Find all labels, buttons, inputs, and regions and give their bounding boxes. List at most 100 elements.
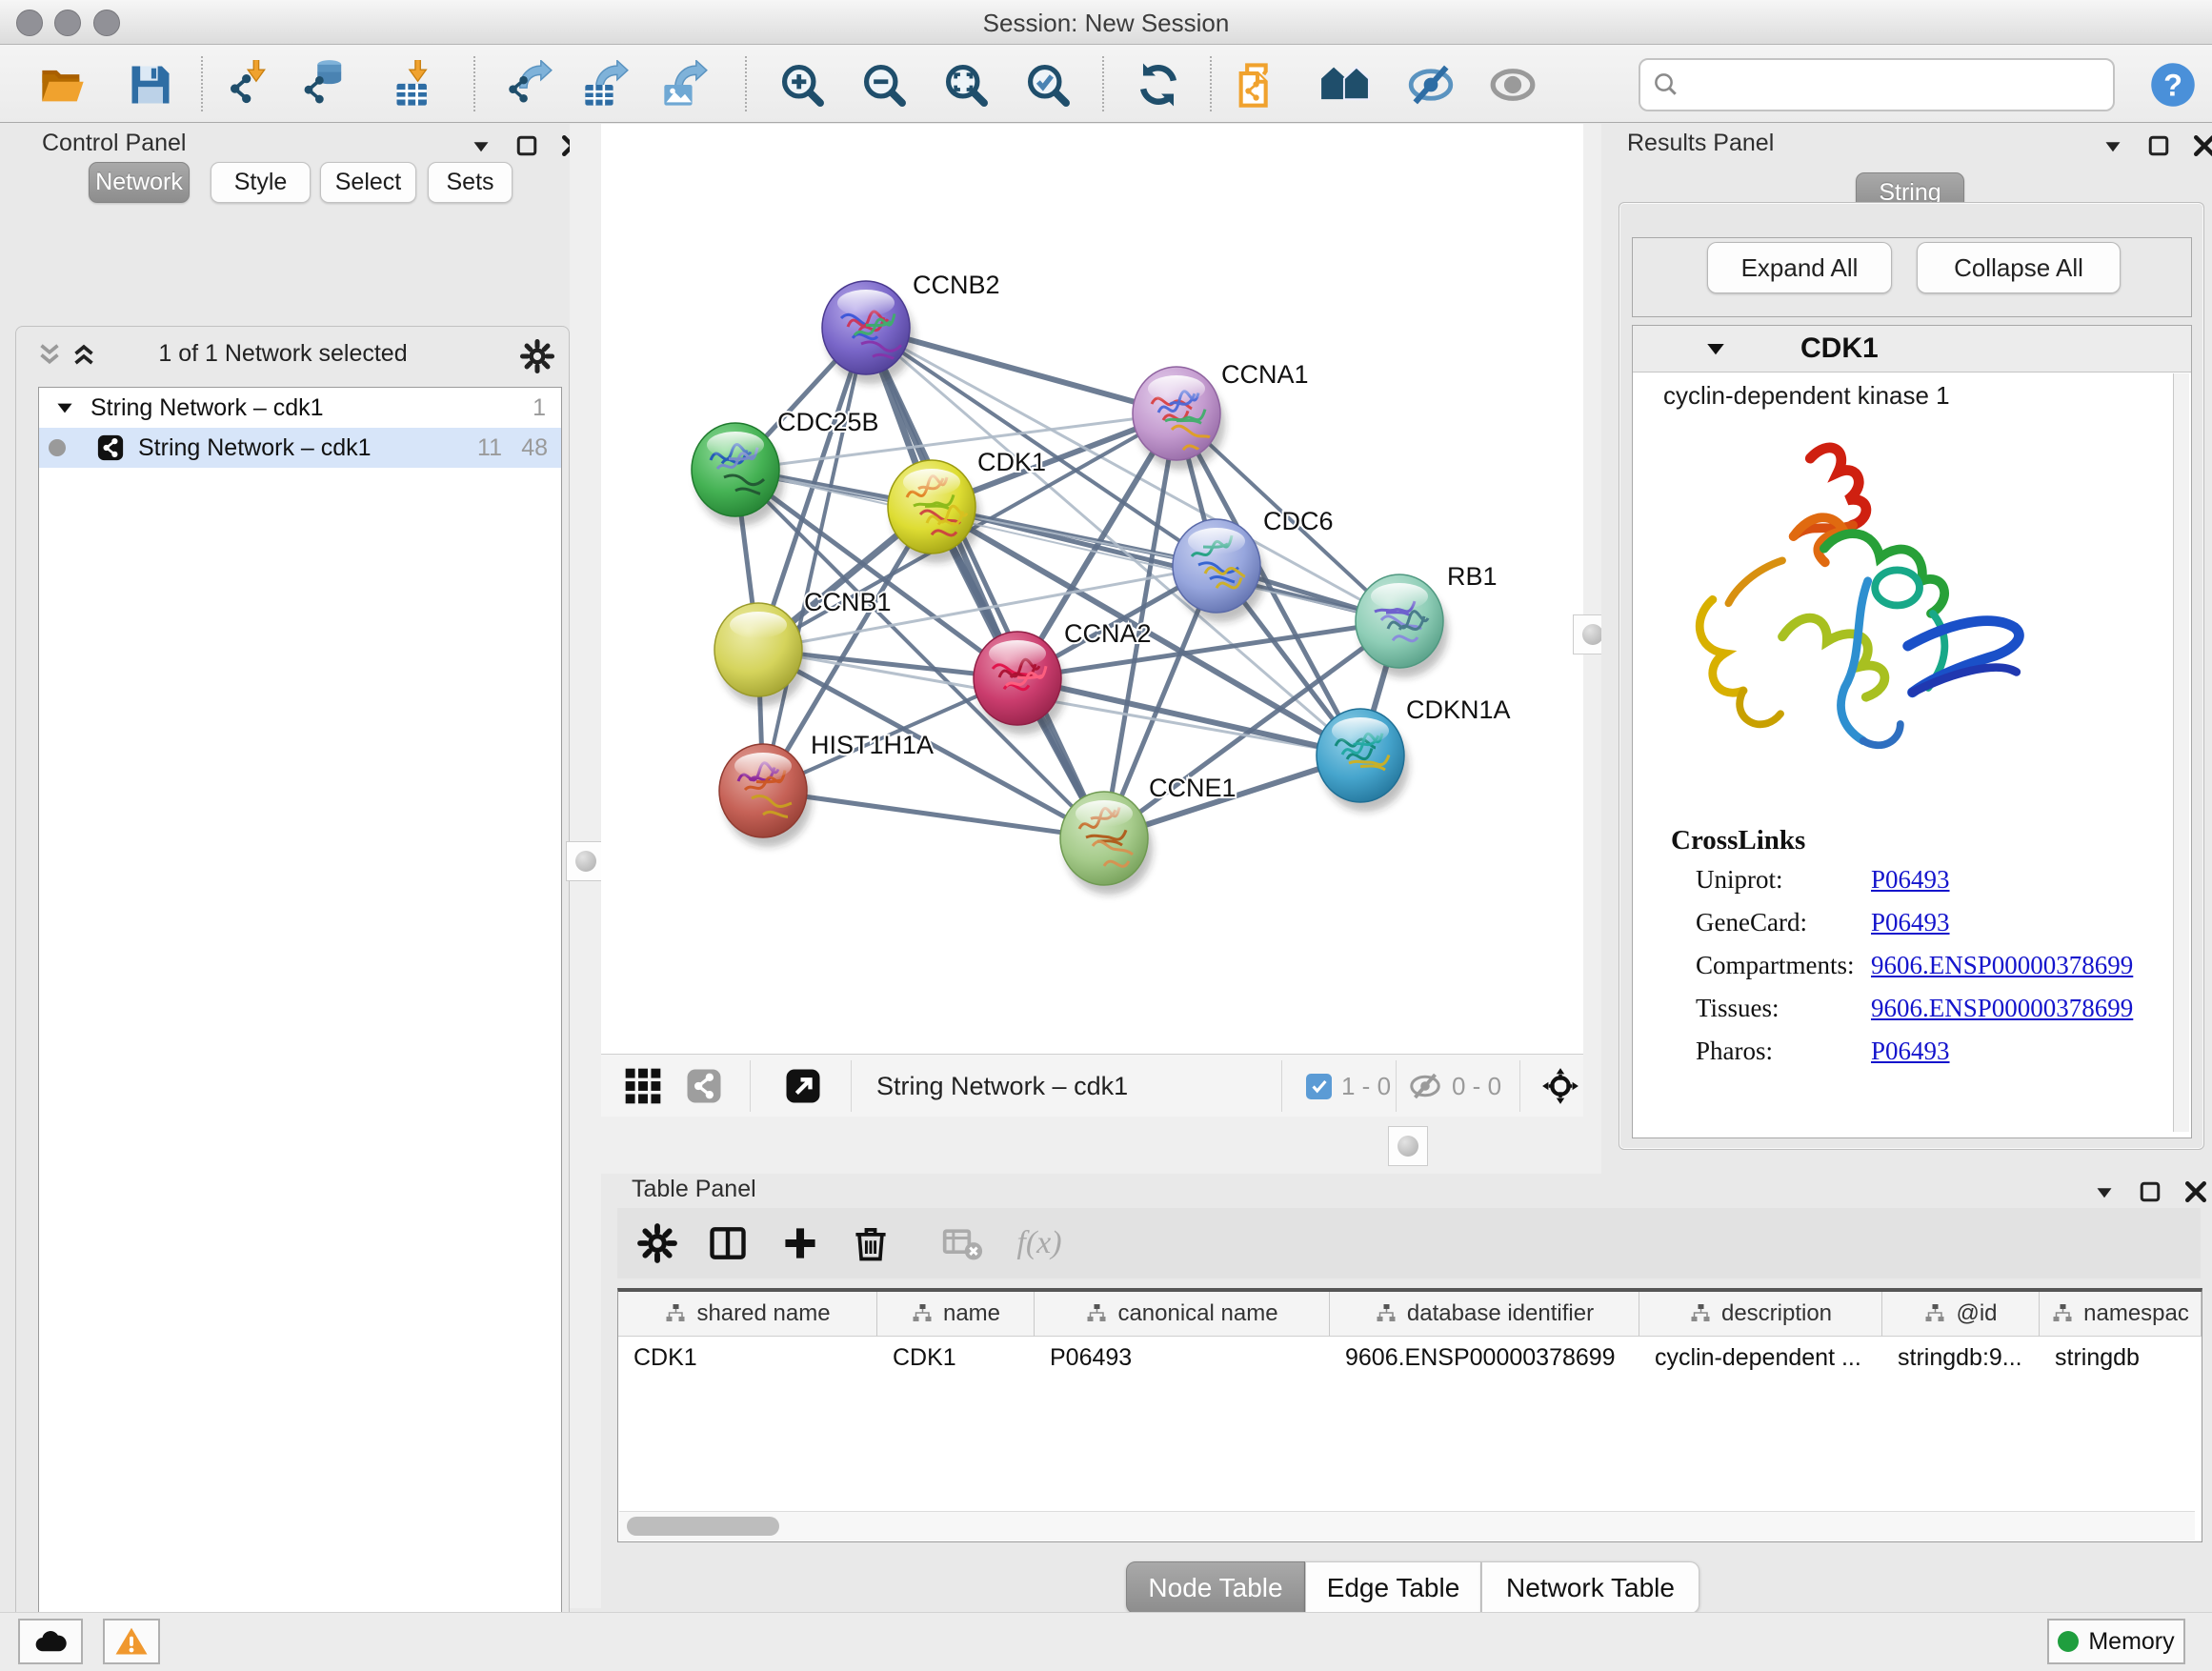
refresh-button[interactable] — [1132, 58, 1185, 111]
string-doc-button[interactable] — [1231, 58, 1284, 111]
float-panel-icon[interactable] — [2144, 131, 2173, 160]
network-canvas[interactable]: CCNB2 CCNA1 CDC25B CDK1 CDC6 — [601, 124, 1583, 1054]
help-button[interactable]: ? — [2146, 58, 2200, 111]
table-cell[interactable]: CDK1 — [618, 1338, 876, 1378]
float-panel-icon[interactable] — [513, 131, 541, 160]
edge-HIST1H1A-CCNE1[interactable] — [763, 791, 1104, 838]
crosslink-link[interactable]: 9606.ENSP00000378699 — [1871, 994, 2133, 1023]
protein-section-header[interactable]: CDK1 — [1633, 326, 2191, 372]
crosslink-link[interactable]: 9606.ENSP00000378699 — [1871, 951, 2133, 980]
table-hscrollbar-thumb[interactable] — [627, 1517, 779, 1536]
table-cell[interactable]: P06493 — [1035, 1338, 1329, 1378]
open-folder-button[interactable] — [36, 58, 90, 111]
horizontal-splitter-handle[interactable] — [1388, 1126, 1428, 1166]
table-cell[interactable]: stringdb — [2040, 1338, 2201, 1378]
results-scrollbar[interactable] — [2173, 373, 2189, 1132]
caret-down-icon[interactable] — [2090, 1178, 2119, 1206]
crosslink-label: GeneCard: — [1696, 908, 1807, 936]
node-CDK1[interactable]: CDK1 — [888, 448, 1046, 563]
column-header-shared-name[interactable]: shared name — [618, 1292, 877, 1337]
table-settings-gear-icon[interactable] — [634, 1220, 680, 1266]
tree-expand-caret-icon[interactable] — [52, 395, 77, 420]
cloud-status-button[interactable] — [18, 1619, 83, 1664]
zoom-out-button[interactable] — [857, 58, 911, 111]
tab-sets[interactable]: Sets — [428, 162, 513, 203]
import-database-button[interactable] — [297, 58, 351, 111]
expand-all-button[interactable]: Expand All — [1707, 242, 1892, 293]
houses-button[interactable] — [1318, 58, 1372, 111]
node-HIST1H1A[interactable]: HIST1H1A — [719, 731, 934, 847]
zoom-fit-button[interactable] — [939, 58, 993, 111]
hidden-nodes-indicator[interactable]: 0 - 0 — [1408, 1065, 1501, 1107]
fit-selected-button[interactable] — [1540, 1065, 1580, 1107]
chevrons-up-icon[interactable] — [68, 340, 100, 372]
search-box[interactable] — [1639, 58, 2115, 111]
open-in-window-button[interactable] — [784, 1065, 822, 1107]
right-splitter[interactable] — [1583, 124, 1601, 1174]
hide-panel-button[interactable] — [1404, 58, 1458, 111]
node-CCNE1[interactable]: CCNE1 — [1060, 774, 1237, 895]
grid-view-button[interactable] — [622, 1065, 664, 1107]
network-tree-row[interactable]: String Network – cdk1 11 48 — [39, 428, 561, 468]
collapse-caret-icon[interactable] — [1701, 334, 1730, 363]
close-panel-icon[interactable] — [2182, 1178, 2210, 1206]
tab-select[interactable]: Select — [320, 162, 416, 203]
collapse-all-button[interactable]: Collapse All — [1917, 242, 2121, 293]
column-header-@id[interactable]: @id — [1882, 1292, 2040, 1337]
left-splitter-handle[interactable] — [566, 841, 606, 881]
column-header-database-identifier[interactable]: database identifier — [1330, 1292, 1639, 1337]
hierarchy-icon — [1375, 1302, 1398, 1325]
node-CDKN1A[interactable]: CDKN1A — [1317, 695, 1511, 812]
selected-nodes-indicator[interactable]: 1 - 0 — [1306, 1065, 1391, 1107]
table-cell[interactable]: CDK1 — [877, 1338, 1034, 1378]
tab-node-table[interactable]: Node Table — [1126, 1561, 1305, 1614]
delete-column-trash-icon[interactable] — [848, 1220, 894, 1266]
edge-CCNB2-HIST1H1A[interactable] — [763, 328, 866, 791]
crosslink-label: Tissues: — [1696, 994, 1780, 1022]
node-RB1[interactable]: RB1 — [1356, 562, 1498, 677]
tab-network[interactable]: Network — [89, 162, 190, 203]
export-network-button[interactable] — [503, 58, 556, 111]
export-table-button[interactable] — [579, 58, 633, 111]
caret-down-icon[interactable] — [2099, 131, 2127, 160]
crosslink-link[interactable]: P06493 — [1871, 1037, 1950, 1066]
share-network-button[interactable] — [685, 1065, 723, 1107]
control-panel: Control Panel NetworkStyleSelectSets 1 o… — [0, 124, 583, 1608]
table-cell[interactable]: 9606.ENSP00000378699 — [1330, 1338, 1639, 1378]
add-column-icon[interactable] — [777, 1220, 823, 1266]
eye-slash-icon — [1408, 1069, 1442, 1103]
crosslink-link[interactable]: P06493 — [1871, 908, 1950, 937]
left-splitter[interactable] — [570, 124, 601, 1608]
zoom-in-button[interactable] — [775, 58, 829, 111]
search-input[interactable] — [1680, 65, 2113, 105]
import-network-button[interactable] — [223, 58, 276, 111]
show-panel-button[interactable] — [1486, 58, 1539, 111]
table-cell[interactable]: stringdb:9... — [1882, 1338, 2039, 1378]
show-columns-icon[interactable] — [705, 1220, 751, 1266]
tab-network-table[interactable]: Network Table — [1481, 1561, 1699, 1614]
tab-style[interactable]: Style — [211, 162, 311, 203]
table-hscrollbar[interactable] — [619, 1511, 2195, 1540]
float-panel-icon[interactable] — [2136, 1178, 2164, 1206]
export-image-button[interactable] — [658, 58, 712, 111]
column-header-namespac[interactable]: namespac — [2040, 1292, 2202, 1337]
warnings-button[interactable] — [103, 1619, 160, 1664]
caret-down-icon[interactable] — [467, 131, 495, 160]
import-table-button[interactable] — [389, 58, 442, 111]
network-options-gear-icon[interactable] — [519, 338, 555, 374]
node-table[interactable]: shared namenamecanonical namedatabase id… — [617, 1288, 2202, 1542]
chevrons-down-icon[interactable] — [33, 340, 66, 372]
tab-edge-table[interactable]: Edge Table — [1305, 1561, 1481, 1614]
network-graph[interactable]: CCNB2 CCNA1 CDC25B CDK1 CDC6 — [601, 124, 1583, 1054]
network-tree-row[interactable]: String Network – cdk1 1 — [39, 388, 561, 428]
crosslink-link[interactable]: P06493 — [1871, 865, 1950, 895]
table-cell[interactable]: cyclin-dependent ... — [1639, 1338, 1881, 1378]
node-CDC6[interactable]: CDC6 — [1173, 507, 1334, 622]
memory-button[interactable]: Memory — [2047, 1619, 2185, 1664]
column-header-description[interactable]: description — [1639, 1292, 1882, 1337]
close-panel-icon[interactable] — [2190, 131, 2212, 160]
column-header-canonical-name[interactable]: canonical name — [1035, 1292, 1330, 1337]
column-header-name[interactable]: name — [877, 1292, 1035, 1337]
save-button[interactable] — [124, 58, 177, 111]
zoom-selected-button[interactable] — [1021, 58, 1075, 111]
